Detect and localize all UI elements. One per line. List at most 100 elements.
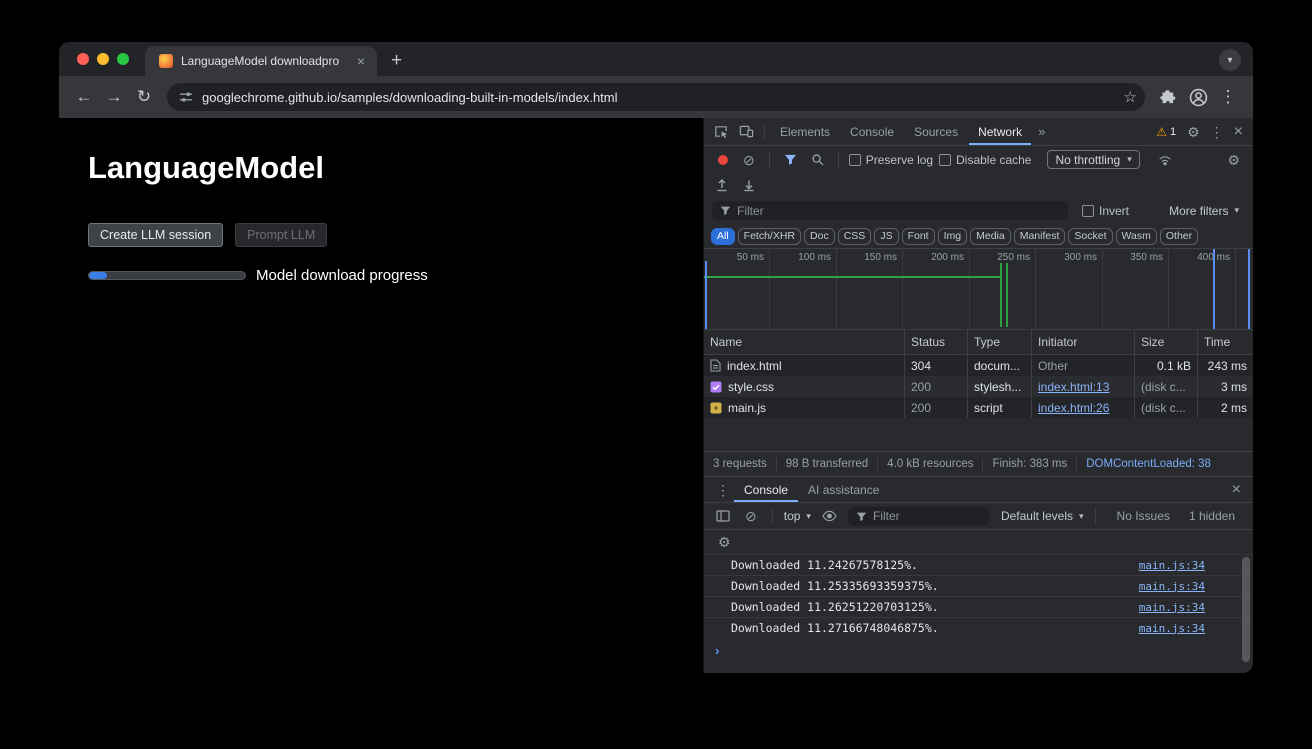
export-har-icon[interactable] [715, 178, 729, 192]
reload-icon[interactable]: ↻ [129, 82, 159, 112]
console-message: Downloaded 11.24267578125%. main.js:34 [704, 554, 1253, 575]
message-source-link[interactable]: main.js:34 [1139, 559, 1205, 572]
inspect-element-icon[interactable] [710, 124, 733, 139]
column-time[interactable]: Time [1197, 330, 1253, 354]
initiator-link[interactable]: index.html:13 [1038, 380, 1109, 394]
chip-other[interactable]: Other [1160, 228, 1198, 245]
log-levels-select[interactable]: Default levels ▾ [1001, 509, 1084, 523]
separator [764, 124, 765, 140]
new-tab-button[interactable]: + [391, 51, 402, 70]
hidden-messages-count[interactable]: 1 hidden [1189, 509, 1235, 523]
tab-network[interactable]: Network [969, 118, 1031, 145]
close-window-button[interactable] [77, 53, 89, 65]
prompt-llm-button[interactable]: Prompt LLM [235, 223, 327, 247]
console-tabbar: ⋮ Console AI assistance × [704, 477, 1253, 503]
chip-css[interactable]: CSS [838, 228, 872, 245]
browser-tab[interactable]: LanguageModel downloadpro × [145, 46, 377, 76]
chip-js[interactable]: JS [874, 228, 898, 245]
back-icon[interactable]: ← [69, 82, 99, 112]
chip-all[interactable]: All [711, 228, 735, 245]
filter-toggle-icon[interactable] [780, 153, 801, 166]
no-issues-label[interactable]: No Issues [1117, 509, 1170, 523]
timeline-green-marker [1000, 263, 1002, 327]
console-prompt[interactable]: › [704, 638, 1253, 662]
column-size[interactable]: Size [1134, 330, 1197, 354]
minimize-window-button[interactable] [97, 53, 109, 65]
tab-elements[interactable]: Elements [771, 118, 839, 145]
network-toolbar: ⊘ Preserve log Disable cache [704, 146, 1253, 173]
tab-sources[interactable]: Sources [905, 118, 967, 145]
table-row[interactable]: main.js 200 script index.html:26 (disk c… [704, 397, 1253, 418]
drawer-tab-ai-assistance[interactable]: AI assistance [798, 477, 889, 502]
tab-close-icon[interactable]: × [355, 54, 367, 68]
message-source-link[interactable]: main.js:34 [1139, 622, 1205, 635]
import-har-icon[interactable] [742, 178, 756, 192]
console-scrollbar[interactable] [1242, 557, 1250, 662]
request-status: 304 [904, 355, 967, 376]
tab-search-button[interactable]: ▾ [1219, 49, 1241, 71]
drawer-close-icon[interactable]: × [1228, 482, 1245, 498]
console-filter-box[interactable] [848, 507, 990, 526]
chip-img[interactable]: Img [938, 228, 968, 245]
log-levels-value: Default levels [1001, 509, 1073, 523]
chip-socket[interactable]: Socket [1068, 228, 1112, 245]
devtools-settings-icon[interactable]: ⚙ [1183, 125, 1204, 139]
address-bar[interactable]: googlechrome.github.io/samples/downloadi… [167, 83, 1145, 111]
chip-wasm[interactable]: Wasm [1116, 228, 1157, 245]
request-time: 2 ms [1197, 397, 1253, 418]
bookmark-star-icon[interactable]: ☆ [1124, 88, 1137, 106]
maximize-window-button[interactable] [117, 53, 129, 65]
issues-badge[interactable]: ⚠ 1 [1151, 125, 1181, 139]
column-type[interactable]: Type [967, 330, 1031, 354]
network-settings-icon[interactable]: ⚙ [1223, 153, 1244, 167]
device-toolbar-icon[interactable] [735, 124, 758, 139]
disable-cache-checkbox[interactable] [939, 154, 951, 166]
chip-font[interactable]: Font [902, 228, 935, 245]
table-row[interactable]: index.html 304 docum... Other 0.1 kB 243… [704, 355, 1253, 376]
invert-checkbox[interactable] [1082, 205, 1094, 217]
console-sidebar-icon[interactable] [712, 510, 734, 522]
drawer-tab-console[interactable]: Console [734, 477, 798, 502]
clear-console-icon[interactable]: ⊘ [741, 509, 761, 523]
search-icon[interactable] [807, 153, 828, 166]
network-table-header: Name Status Type Initiator Size Time [704, 330, 1253, 355]
profile-avatar-icon[interactable] [1183, 82, 1213, 112]
column-status[interactable]: Status [904, 330, 967, 354]
page-title: LanguageModel [88, 150, 683, 186]
console-filter-input[interactable] [873, 509, 982, 523]
throttling-select[interactable]: No throttling ▾ [1047, 150, 1139, 169]
extensions-puzzle-icon[interactable] [1153, 82, 1183, 112]
browser-menu-icon[interactable]: ⋮ [1213, 82, 1243, 112]
message-source-link[interactable]: main.js:34 [1139, 601, 1205, 614]
table-row[interactable]: style.css 200 stylesh... index.html:13 (… [704, 376, 1253, 397]
network-filter-box[interactable] [712, 201, 1068, 220]
chevron-down-icon: ▾ [1079, 511, 1084, 522]
browser-toolbar: ← → ↻ googlechrome.github.io/samples/dow… [59, 76, 1253, 118]
network-conditions-icon[interactable] [1154, 153, 1176, 167]
clear-network-log-icon[interactable]: ⊘ [739, 153, 759, 167]
devtools-close-icon[interactable]: × [1230, 124, 1247, 140]
initiator-link[interactable]: index.html:26 [1038, 401, 1109, 415]
more-filters-button[interactable]: More filters ▾ [1169, 204, 1239, 218]
context-select[interactable]: top ▾ [784, 509, 811, 523]
record-network-log-icon[interactable] [718, 155, 728, 165]
chip-media[interactable]: Media [970, 228, 1011, 245]
chip-manifest[interactable]: Manifest [1014, 228, 1066, 245]
chip-fetch-xhr[interactable]: Fetch/XHR [738, 228, 801, 245]
chip-doc[interactable]: Doc [804, 228, 835, 245]
devtools-menu-icon[interactable]: ⋮ [1206, 125, 1228, 139]
tab-console[interactable]: Console [841, 118, 903, 145]
column-name[interactable]: Name [704, 330, 904, 354]
live-expression-eye-icon[interactable] [818, 510, 841, 522]
console-settings-icon[interactable]: ⚙ [714, 535, 735, 549]
window-content: LanguageModel Create LLM session Prompt … [59, 118, 1253, 673]
site-settings-icon[interactable] [179, 90, 193, 104]
network-filter-input[interactable] [737, 204, 1060, 218]
drawer-menu-icon[interactable]: ⋮ [712, 483, 734, 497]
message-source-link[interactable]: main.js:34 [1139, 580, 1205, 593]
create-llm-session-button[interactable]: Create LLM session [88, 223, 223, 247]
forward-icon[interactable]: → [99, 82, 129, 112]
more-tabs-icon[interactable]: » [1033, 124, 1050, 139]
preserve-log-checkbox[interactable] [849, 154, 861, 166]
column-initiator[interactable]: Initiator [1031, 330, 1134, 354]
